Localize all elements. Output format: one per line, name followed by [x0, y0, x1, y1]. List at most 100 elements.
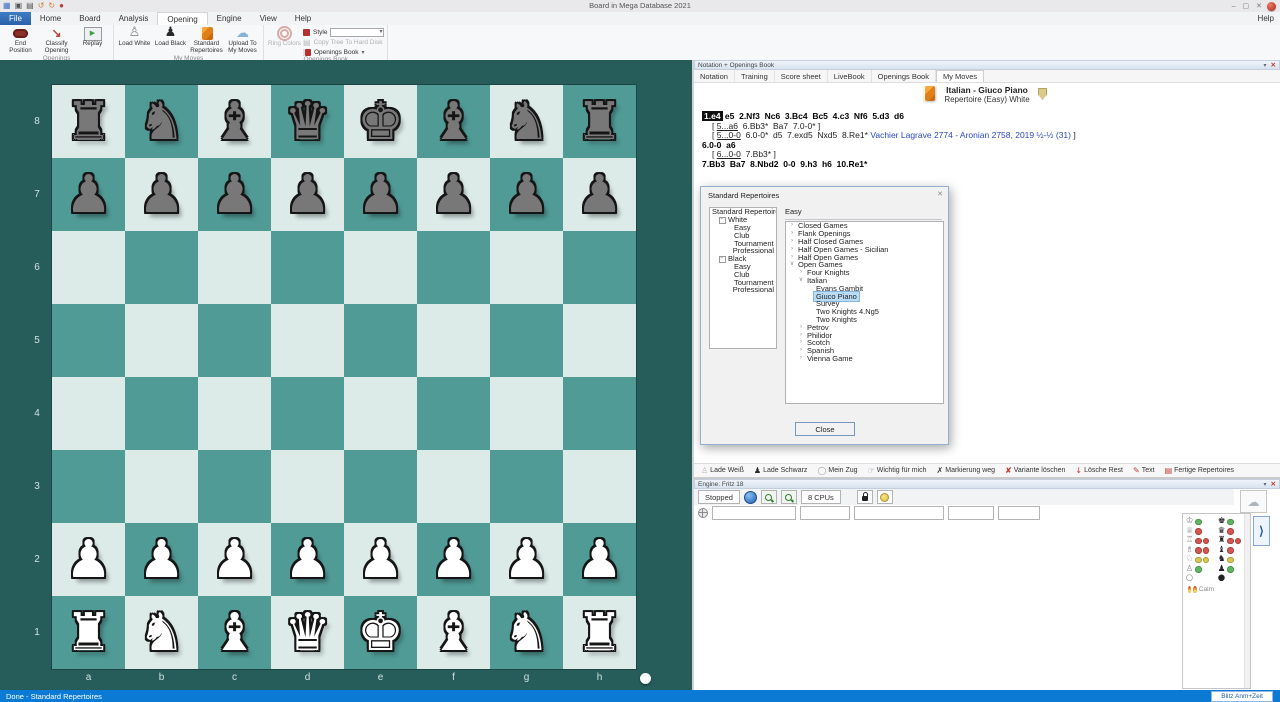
tree-item-vienna-game[interactable]: ›Vienna Game: [786, 355, 943, 363]
tree-expander-icon[interactable]: ›: [788, 230, 796, 237]
ribbon-item-style[interactable]: Style: [303, 28, 384, 36]
ribbon-item-copy-tree-to-hard-disk[interactable]: ▤Copy Tree To Hard Disk: [303, 38, 384, 46]
ribbon-button-ring-colors[interactable]: Ring Colors: [267, 26, 302, 56]
square-b3[interactable]: [125, 450, 198, 523]
maximize-icon[interactable]: ▢: [1243, 2, 1250, 10]
square-e2[interactable]: ♟: [344, 523, 417, 596]
black-knight[interactable]: ♞: [490, 85, 563, 158]
square-b7[interactable]: ♟: [125, 158, 198, 231]
ribbon-button-load-black[interactable]: ♟Load Black: [153, 26, 188, 55]
square-g4[interactable]: [490, 377, 563, 450]
move-text[interactable]: 6.0-0 a6: [702, 140, 736, 150]
white-rook[interactable]: ♜: [52, 596, 125, 669]
square-e3[interactable]: [344, 450, 417, 523]
minimize-icon[interactable]: –: [1232, 3, 1236, 10]
square-h8[interactable]: ♜: [563, 85, 636, 158]
black-pawn[interactable]: ♟: [563, 158, 636, 231]
chess-board[interactable]: ♜♞♝♛♚♝♞♜♟♟♟♟♟♟♟♟♟♟♟♟♟♟♟♟♜♞♝♛♚♝♞♜: [52, 85, 636, 669]
black-pawn[interactable]: ♟: [417, 158, 490, 231]
close-button[interactable]: Close: [795, 422, 855, 436]
square-d7[interactable]: ♟: [271, 158, 344, 231]
black-rook[interactable]: ♜: [52, 85, 125, 158]
square-d2[interactable]: ♟: [271, 523, 344, 596]
tree-item-giuco-piano[interactable]: Giuco Piano: [786, 292, 943, 300]
black-pawn[interactable]: ♟: [125, 158, 198, 231]
square-c7[interactable]: ♟: [198, 158, 271, 231]
square-c4[interactable]: [198, 377, 271, 450]
square-a6[interactable]: [52, 231, 125, 304]
move-text[interactable]: e5 2.Nf3 Nc6 3.Bc4 Bc5 4.c3 Nf6 5.d3 d6: [723, 111, 904, 121]
square-c6[interactable]: [198, 231, 271, 304]
square-h5[interactable]: [563, 304, 636, 377]
app-icon[interactable]: ▦: [3, 0, 11, 12]
square-f2[interactable]: ♟: [417, 523, 490, 596]
tab-training[interactable]: Training: [735, 70, 775, 82]
square-e4[interactable]: [344, 377, 417, 450]
tree-item-professional[interactable]: Professional: [710, 286, 776, 294]
zoom-in-button[interactable]: [761, 490, 777, 504]
square-d5[interactable]: [271, 304, 344, 377]
square-b2[interactable]: ♟: [125, 523, 198, 596]
ribbon-button-load-white[interactable]: ♙Load White: [117, 26, 152, 55]
ribbon-tab-view[interactable]: View: [251, 12, 286, 25]
hint-button[interactable]: [877, 490, 893, 504]
square-c3[interactable]: [198, 450, 271, 523]
square-b1[interactable]: ♞: [125, 596, 198, 669]
white-pawn[interactable]: ♟: [52, 523, 125, 596]
engine-field-1[interactable]: [712, 506, 796, 520]
ribbon-tab-opening[interactable]: Opening: [157, 12, 207, 26]
square-a7[interactable]: ♟: [52, 158, 125, 231]
square-b4[interactable]: [125, 377, 198, 450]
black-bishop[interactable]: ♝: [198, 85, 271, 158]
delete-rest-tool[interactable]: ↓Lösche Rest: [1075, 467, 1123, 475]
square-a1[interactable]: ♜: [52, 596, 125, 669]
ribbon-button-upload-to-my-moves[interactable]: ☁Upload To My Moves: [225, 26, 260, 55]
finished-repertoires-tool[interactable]: ▤Fertige Repertoires: [1165, 467, 1234, 475]
ribbon-tab-file[interactable]: File: [0, 12, 31, 25]
square-g2[interactable]: ♟: [490, 523, 563, 596]
black-rook[interactable]: ♜: [563, 85, 636, 158]
square-d6[interactable]: [271, 231, 344, 304]
square-h7[interactable]: ♟: [563, 158, 636, 231]
tree-expander-icon[interactable]: −: [718, 255, 726, 263]
ribbon-tab-help[interactable]: Help: [286, 12, 320, 25]
ribbon-tab-home[interactable]: Home: [31, 12, 70, 25]
square-c5[interactable]: [198, 304, 271, 377]
dropdown-arrow-icon[interactable]: ▾: [361, 49, 364, 56]
square-h2[interactable]: ♟: [563, 523, 636, 596]
square-f7[interactable]: ♟: [417, 158, 490, 231]
square-d1[interactable]: ♛: [271, 596, 344, 669]
square-e1[interactable]: ♚: [344, 596, 417, 669]
record-icon[interactable]: ●: [59, 0, 64, 12]
white-king[interactable]: ♚: [344, 596, 417, 669]
square-g7[interactable]: ♟: [490, 158, 563, 231]
square-e6[interactable]: [344, 231, 417, 304]
cpus-button[interactable]: 8 CPUs: [801, 490, 841, 504]
square-f4[interactable]: [417, 377, 490, 450]
square-b8[interactable]: ♞: [125, 85, 198, 158]
delete-variation-tool[interactable]: ✘Variante löschen: [1005, 467, 1065, 475]
square-g3[interactable]: [490, 450, 563, 523]
tree-expander-icon[interactable]: ›: [797, 355, 805, 362]
square-b5[interactable]: [125, 304, 198, 377]
white-pawn[interactable]: ♟: [344, 523, 417, 596]
square-d8[interactable]: ♛: [271, 85, 344, 158]
tree-expander-icon[interactable]: ∨: [788, 261, 796, 268]
save-icon[interactable]: ▣: [15, 0, 23, 12]
white-queen[interactable]: ♛: [271, 596, 344, 669]
black-pawn[interactable]: ♟: [490, 158, 563, 231]
style-combobox[interactable]: [330, 28, 384, 37]
square-d3[interactable]: [271, 450, 344, 523]
white-bishop[interactable]: ♝: [417, 596, 490, 669]
white-rook[interactable]: ♜: [563, 596, 636, 669]
blitz-time-button[interactable]: Blitz Anm+Zeit: [1211, 691, 1273, 702]
square-b6[interactable]: [125, 231, 198, 304]
move-text[interactable]: 7.Bb3 Ba7 8.Nbd2 0-0 9.h3 h6 10.Re1*: [702, 159, 867, 169]
square-e5[interactable]: [344, 304, 417, 377]
load-black-tool[interactable]: ♟Lade Schwarz: [754, 467, 808, 475]
tree-expander-icon[interactable]: ›: [797, 332, 805, 339]
square-h3[interactable]: [563, 450, 636, 523]
white-pawn[interactable]: ♟: [563, 523, 636, 596]
tree-expander-icon[interactable]: ›: [797, 324, 805, 331]
tree-expander-icon[interactable]: ›: [788, 238, 796, 245]
